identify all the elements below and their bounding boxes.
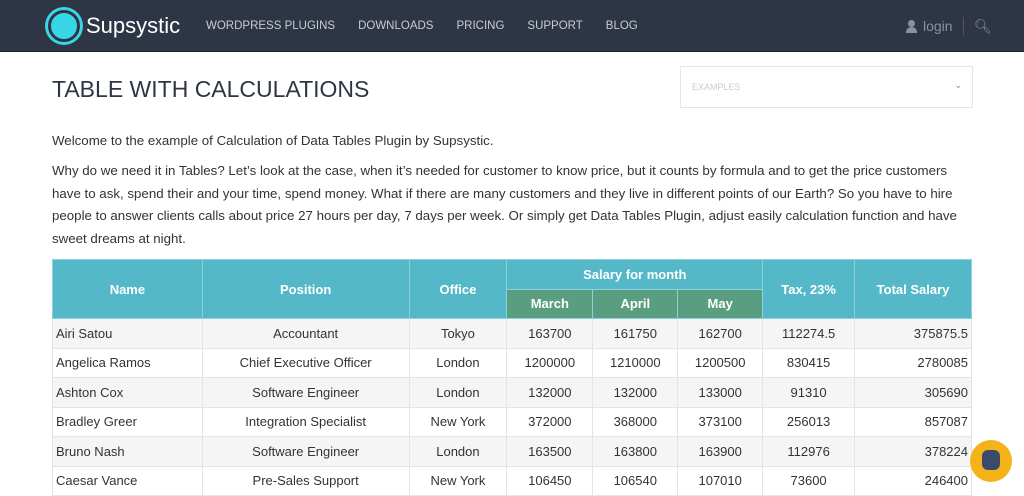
cell-position: Pre-Sales Support [201,465,410,496]
nav-blog[interactable]: BLOG [606,20,638,32]
cell-total: 305690 [854,377,972,408]
header-may[interactable]: May [677,288,764,319]
cell-march: 106450 [506,465,594,496]
cell-total: 378224 [854,436,972,467]
cell-name: Bruno Nash [52,436,203,467]
search-icon[interactable]: 🔍︎ [974,18,992,35]
nav-pricing[interactable]: PRICING [456,20,504,32]
cell-may: 373100 [677,406,764,437]
header-total-salary[interactable]: Total Salary [854,259,972,319]
cell-position: Accountant [201,318,410,349]
cell-march: 132000 [506,377,594,408]
intro-text: Welcome to the example of Calculation of… [52,133,494,148]
table-row: Ashton Cox Software Engineer London 132000 1… [52,377,972,408]
cell-total: 246400 [854,465,972,496]
cell-office: New York [408,406,508,437]
cell-position: Software Engineer [201,377,410,408]
cell-position: Software Engineer [201,436,410,467]
cell-name: Angelica Ramos [52,347,203,378]
cell-tax: 830415 [762,347,856,378]
cell-tax: 256013 [762,406,856,437]
gear-logo-icon [48,10,80,42]
chevron-down-icon: ⌄ [954,80,962,90]
cell-position: Chief Executive Officer [201,347,410,378]
cell-may: 1200500 [677,347,764,378]
examples-select[interactable]: EXAMPLES ⌄ [680,66,973,108]
cell-may: 107010 [677,465,764,496]
cell-position: Integration Specialist [201,406,410,437]
cell-office: Tokyo [408,318,508,349]
header-march[interactable]: March [506,288,594,319]
cell-tax: 112976 [762,436,856,467]
login-link[interactable]: login [906,18,953,34]
nav-support[interactable]: SUPPORT [527,20,582,32]
cell-may: 162700 [677,318,764,349]
cell-name: Ashton Cox [52,377,203,408]
top-navbar: Supsystic WORDPRESS PLUGINS DOWNLOADS PR… [0,0,1024,52]
nav-wordpress-plugins[interactable]: WORDPRESS PLUGINS [206,20,335,32]
cell-april: 163800 [592,436,679,467]
cell-april: 1210000 [592,347,679,378]
user-icon [906,19,917,33]
table-row: Airi Satou Accountant Tokyo 163700 161750 162… [52,318,972,349]
main-menu: WORDPRESS PLUGINS DOWNLOADS PRICING SUPP… [206,20,638,32]
cell-may: 163900 [677,436,764,467]
header-position[interactable]: Position [201,259,410,319]
page-title: TABLE WITH CALCULATIONS [52,76,370,102]
table-row: Angelica Ramos Chief Executive Officer Lon… [52,347,972,378]
chat-assistant-button[interactable] [970,440,1012,482]
cell-total: 2780085 [854,347,972,378]
cell-april: 161750 [592,318,679,349]
header-april[interactable]: April [592,288,679,319]
table-row: Bradley Greer Integration Specialist New Y… [52,406,972,437]
body-text: Why do we need it in Tables? Let’s look … [52,163,957,246]
brand-logo[interactable]: Supsystic [48,10,180,42]
cell-tax: 112274.5 [762,318,856,349]
brand-name: Supsystic [86,13,181,38]
header-salary-for-month: Salary for month [506,259,764,290]
cell-office: London [408,436,508,467]
cell-office: London [408,377,508,408]
cell-may: 133000 [677,377,764,408]
table-row: Bruno Nash Software Engineer London 163500 1… [52,436,972,467]
nav-downloads[interactable]: DOWNLOADS [358,20,433,32]
table-row: Caesar Vance Pre-Sales Support New York 106… [52,465,972,496]
cell-tax: 73600 [762,465,856,496]
header-name[interactable]: Name [52,259,203,319]
header-office[interactable]: Office [408,259,508,319]
cell-march: 163500 [506,436,594,467]
cell-total: 857087 [854,406,972,437]
cell-april: 106540 [592,465,679,496]
cell-total: 375875.5 [854,318,972,349]
header-tax[interactable]: Tax, 23% [762,259,856,319]
cell-name: Bradley Greer [52,406,203,437]
cell-tax: 91310 [762,377,856,408]
cell-april: 368000 [592,406,679,437]
cell-march: 372000 [506,406,594,437]
select-placeholder: EXAMPLES [692,82,741,92]
divider [963,17,964,35]
cell-march: 1200000 [506,347,594,378]
cell-name: Caesar Vance [52,465,203,496]
cell-office: London [408,347,508,378]
login-label: login [923,18,953,34]
cell-office: New York [408,465,508,496]
calculation-table: Name Position Office Salary for month Ta… [52,259,972,496]
cell-april: 132000 [592,377,679,408]
cell-march: 163700 [506,318,594,349]
cell-name: Airi Satou [52,318,203,349]
